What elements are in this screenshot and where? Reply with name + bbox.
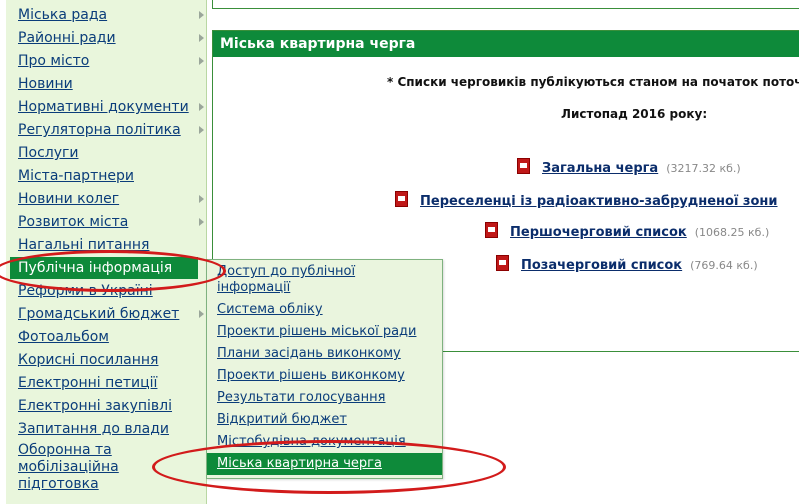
sidebar-item-defense-mobilization[interactable]: Оборонна та мобілізаційна підготовка bbox=[18, 442, 138, 496]
sidebar-item-label: Оборонна та мобілізаційна підготовка bbox=[18, 442, 119, 492]
chevron-right-icon bbox=[199, 310, 204, 318]
file-size: (3217.32 кб.) bbox=[666, 162, 741, 175]
sidebar-item-city-development[interactable]: Розвиток міста bbox=[18, 211, 204, 233]
sidebar-item-label: Запитання до влади bbox=[18, 421, 169, 437]
submenu-item-accounting-system[interactable]: Система обліку bbox=[217, 302, 437, 318]
submenu-item-label: Доступ до публічної інформації bbox=[217, 264, 356, 295]
sidebar-item-label: Реформи в Україні bbox=[18, 283, 153, 299]
sidebar-item-label: Публічна інформація bbox=[18, 260, 173, 276]
submenu-item-label: Система обліку bbox=[217, 302, 323, 317]
sidebar-item-label: Про місто bbox=[18, 53, 90, 69]
document-link[interactable]: Загальна черга bbox=[542, 161, 658, 176]
document-priority-list[interactable]: Першочерговий список (1068.25 кб.) bbox=[485, 222, 769, 240]
pdf-icon bbox=[517, 158, 530, 174]
submenu-item-label: Результати голосування bbox=[217, 390, 386, 405]
period-text: Листопад 2016 року: bbox=[561, 107, 708, 121]
chevron-right-icon bbox=[199, 11, 204, 19]
sidebar-item-partner-cities[interactable]: Міста-партнери bbox=[18, 165, 204, 187]
document-link[interactable]: Переселенці із радіоактивно-забрудненої … bbox=[420, 194, 778, 209]
notice-text: * Списки черговиків публікуються станом … bbox=[387, 75, 799, 89]
sidebar-item-label: Регуляторна політика bbox=[18, 122, 181, 138]
sidebar-item-questions-to-authorities[interactable]: Запитання до влади bbox=[18, 418, 204, 440]
sidebar-item-label: Розвиток міста bbox=[18, 214, 129, 230]
submenu-item-label: Проекти рішень міської ради bbox=[217, 324, 417, 339]
submenu-item-access-public-info[interactable]: Доступ до публічної інформації bbox=[217, 264, 417, 296]
file-size: (1068.25 кб.) bbox=[694, 226, 770, 239]
sidebar-item-label: Громадський бюджет bbox=[18, 306, 180, 322]
sidebar-item-label: Нормативні документи bbox=[18, 99, 189, 115]
submenu-item-label: Містобудівна документація bbox=[217, 434, 406, 449]
submenu-item-voting-results[interactable]: Результати голосування bbox=[217, 390, 437, 406]
pdf-icon bbox=[485, 222, 498, 238]
sidebar-item-label: Районні ради bbox=[18, 30, 116, 46]
sidebar-item-colleague-news[interactable]: Новини колег bbox=[18, 188, 204, 210]
sidebar-item-label: Новини колег bbox=[18, 191, 120, 207]
submenu-item-label: Відкритий бюджет bbox=[217, 412, 347, 427]
sidebar-item-reforms[interactable]: Реформи в Україні bbox=[18, 280, 204, 302]
sidebar-item-photo-album[interactable]: Фотоальбом bbox=[18, 326, 204, 348]
submenu-item-label: Плани засідань виконкому bbox=[217, 346, 401, 361]
chevron-right-icon bbox=[199, 34, 204, 42]
sidebar-item-civic-budget[interactable]: Громадський бюджет bbox=[18, 303, 204, 325]
sidebar-item-label: Електронні петиції bbox=[18, 375, 158, 391]
sidebar-item-normative-docs[interactable]: Нормативні документи bbox=[18, 96, 204, 118]
sidebar-item-useful-links[interactable]: Корисні посилання bbox=[18, 349, 204, 371]
document-out-of-turn-list[interactable]: Позачерговий список (769.64 кб.) bbox=[496, 255, 758, 273]
submenu-item-council-draft-decisions[interactable]: Проекти рішень міської ради bbox=[217, 324, 437, 340]
document-link[interactable]: Першочерговий список bbox=[510, 225, 687, 240]
submenu-item-executive-draft-decisions[interactable]: Проекти рішень виконкому bbox=[217, 368, 437, 384]
submenu-item-open-budget[interactable]: Відкритий бюджет bbox=[217, 412, 437, 428]
chevron-right-icon bbox=[199, 218, 204, 226]
submenu-item-label: Міська квартирна черга bbox=[217, 456, 382, 471]
public-info-submenu: Доступ до публічної інформації Система о… bbox=[206, 259, 443, 479]
sidebar-item-urgent-issues[interactable]: Нагальні питання bbox=[18, 234, 204, 256]
sidebar-item-services[interactable]: Послуги bbox=[18, 142, 204, 164]
chevron-right-icon bbox=[199, 103, 204, 111]
submenu-item-housing-queue[interactable]: Міська квартирна черга bbox=[207, 453, 442, 475]
sidebar-item-public-information[interactable]: Публічна інформація bbox=[10, 257, 198, 279]
sidebar-item-regulatory-policy[interactable]: Регуляторна політика bbox=[18, 119, 204, 141]
sidebar-item-label: Корисні посилання bbox=[18, 352, 159, 368]
sidebar-item-label: Електронні закупівлі bbox=[18, 398, 173, 414]
sidebar-item-district-councils[interactable]: Районні ради bbox=[18, 27, 204, 49]
top-content-box bbox=[212, 0, 799, 9]
sidebar-item-label: Міста-партнери bbox=[18, 168, 134, 184]
sidebar-item-label: Міська рада bbox=[18, 7, 108, 23]
sidebar-item-label: Фотоальбом bbox=[18, 329, 109, 345]
sidebar-item-e-procurement[interactable]: Електронні закупівлі bbox=[18, 395, 204, 417]
panel-title: Міська квартирна черга bbox=[213, 31, 799, 57]
sidebar-item-city-council[interactable]: Міська рада bbox=[18, 4, 204, 26]
document-resettlers[interactable]: Переселенці із радіоактивно-забрудненої … bbox=[395, 191, 786, 209]
pdf-icon bbox=[395, 191, 408, 207]
sidebar-item-label: Нагальні питання bbox=[18, 237, 150, 253]
chevron-right-icon bbox=[199, 57, 204, 65]
pdf-icon bbox=[496, 255, 509, 271]
sidebar-item-label: Новини bbox=[18, 76, 73, 92]
sidebar-item-about-city[interactable]: Про місто bbox=[18, 50, 204, 72]
sidebar-menu: Міська рада Районні ради Про місто Новин… bbox=[6, 0, 207, 504]
submenu-item-label: Проекти рішень виконкому bbox=[217, 368, 405, 383]
document-general-queue[interactable]: Загальна черга (3217.32 кб.) bbox=[517, 158, 741, 176]
sidebar-item-e-petitions[interactable]: Електронні петиції bbox=[18, 372, 204, 394]
sidebar-item-label: Послуги bbox=[18, 145, 79, 161]
submenu-item-urban-planning-docs[interactable]: Містобудівна документація bbox=[217, 434, 437, 450]
chevron-right-icon bbox=[199, 126, 204, 134]
chevron-right-icon bbox=[199, 195, 204, 203]
file-size: (769.64 кб.) bbox=[690, 259, 758, 272]
sidebar-item-news[interactable]: Новини bbox=[18, 73, 204, 95]
submenu-item-executive-meeting-plans[interactable]: Плани засідань виконкому bbox=[217, 346, 437, 362]
document-link[interactable]: Позачерговий список bbox=[521, 258, 682, 273]
